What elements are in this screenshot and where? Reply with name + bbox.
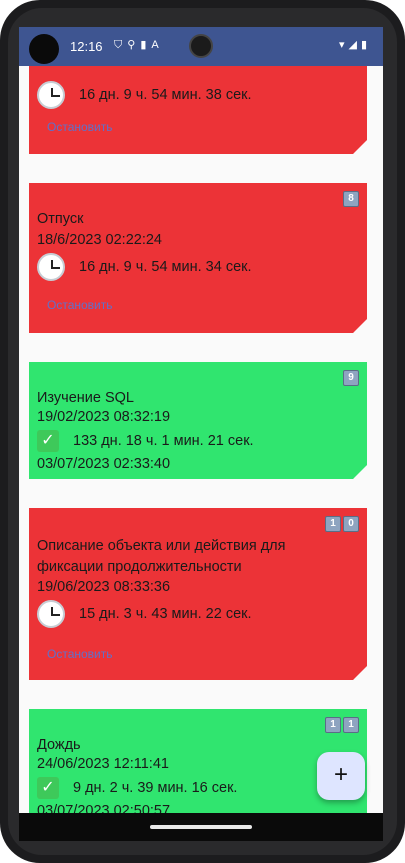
timer-list[interactable]: 16 дн. 9 ч. 54 мин. 38 сек. Остановить 8… [19, 66, 383, 841]
notification-icons: ⛉⚲▮A [114, 38, 164, 52]
duration-text: 15 дн. 3 ч. 43 мин. 22 сек. [79, 606, 252, 622]
end-date: 03/07/2023 02:33:40 [37, 456, 171, 472]
card-number: 9 [343, 370, 359, 386]
card-number: 8 [343, 191, 359, 207]
duration-row: 16 дн. 9 ч. 54 мин. 34 сек. [37, 252, 252, 282]
add-timer-button[interactable]: + [317, 752, 365, 800]
shield-icon: ⛉ [114, 39, 128, 51]
timer-card[interactable]: 8 Отпуск 18/6/2023 02:22:24 16 дн. 9 ч. … [29, 183, 367, 333]
card-title-line: фиксации продолжительности [37, 559, 242, 575]
duration-text: 9 дн. 2 ч. 39 мин. 16 сек. [73, 780, 238, 796]
checkmark-icon: ✓ [37, 430, 59, 452]
status-bar: 12:16 ⛉⚲▮A ▾◢▮ [19, 27, 383, 66]
stop-button[interactable]: Остановить [47, 298, 113, 312]
duration-text: 16 дн. 9 ч. 54 мин. 34 сек. [79, 259, 252, 275]
start-date: 24/06/2023 12:11:41 [37, 756, 169, 772]
timer-card[interactable]: 9 Изучение SQL 19/02/2023 08:32:19 ✓ 133… [29, 362, 367, 479]
clock-icon [37, 253, 65, 281]
stop-button[interactable]: Остановить [47, 120, 113, 134]
camera-cutout [189, 34, 213, 58]
duration-row: ✓ 133 дн. 18 ч. 1 мин. 21 сек. [37, 426, 254, 456]
a-icon: A [151, 39, 164, 51]
number-keycap: 1 [325, 717, 341, 733]
number-keycap: 1 [343, 717, 359, 733]
timer-card[interactable]: 16 дн. 9 ч. 54 мин. 38 сек. Остановить [29, 66, 367, 154]
start-date: 18/6/2023 02:22:24 [37, 232, 162, 248]
app-screen: 12:16 ⛉⚲▮A ▾◢▮ 16 дн. 9 ч. 54 мин. 38 се… [19, 27, 383, 841]
card-number: 1 0 [325, 516, 359, 532]
duration-row: 16 дн. 9 ч. 54 мин. 38 сек. [37, 80, 252, 110]
card-title: Отпуск [37, 211, 84, 227]
card-title: Изучение SQL [37, 390, 134, 406]
duration-text: 133 дн. 18 ч. 1 мин. 21 сек. [73, 433, 254, 449]
timer-card[interactable]: 1 0 Описание объекта или действия для фи… [29, 508, 367, 680]
number-keycap: 1 [325, 516, 341, 532]
usb-icon: ⚲ [127, 39, 141, 51]
battery-icon: ▮ [360, 39, 371, 51]
number-keycap: 9 [343, 370, 359, 386]
system-icons: ▾◢▮ [339, 38, 371, 51]
stop-button[interactable]: Остановить [47, 647, 113, 661]
front-camera [29, 34, 59, 64]
checkmark-icon: ✓ [37, 777, 59, 799]
duration-row: 15 дн. 3 ч. 43 мин. 22 сек. [37, 599, 252, 629]
start-date: 19/06/2023 08:33:36 [37, 579, 171, 595]
card-number: 1 1 [325, 717, 359, 733]
duration-text: 16 дн. 9 ч. 54 мин. 38 сек. [79, 87, 252, 103]
signal-icon: ◢ [348, 39, 361, 51]
navigation-bar [19, 813, 383, 841]
home-gesture-handle[interactable] [150, 825, 252, 829]
start-date: 19/02/2023 08:32:19 [37, 409, 171, 425]
duration-row: ✓ 9 дн. 2 ч. 39 мин. 16 сек. [37, 773, 237, 803]
card-title: Дождь [37, 737, 81, 753]
number-keycap: 0 [343, 516, 359, 532]
sd-card-icon: ▮ [140, 39, 152, 51]
status-time: 12:16 [70, 39, 103, 54]
card-title-line: Описание объекта или действия для [37, 538, 286, 554]
number-keycap: 8 [343, 191, 359, 207]
clock-icon [37, 600, 65, 628]
clock-icon [37, 81, 65, 109]
